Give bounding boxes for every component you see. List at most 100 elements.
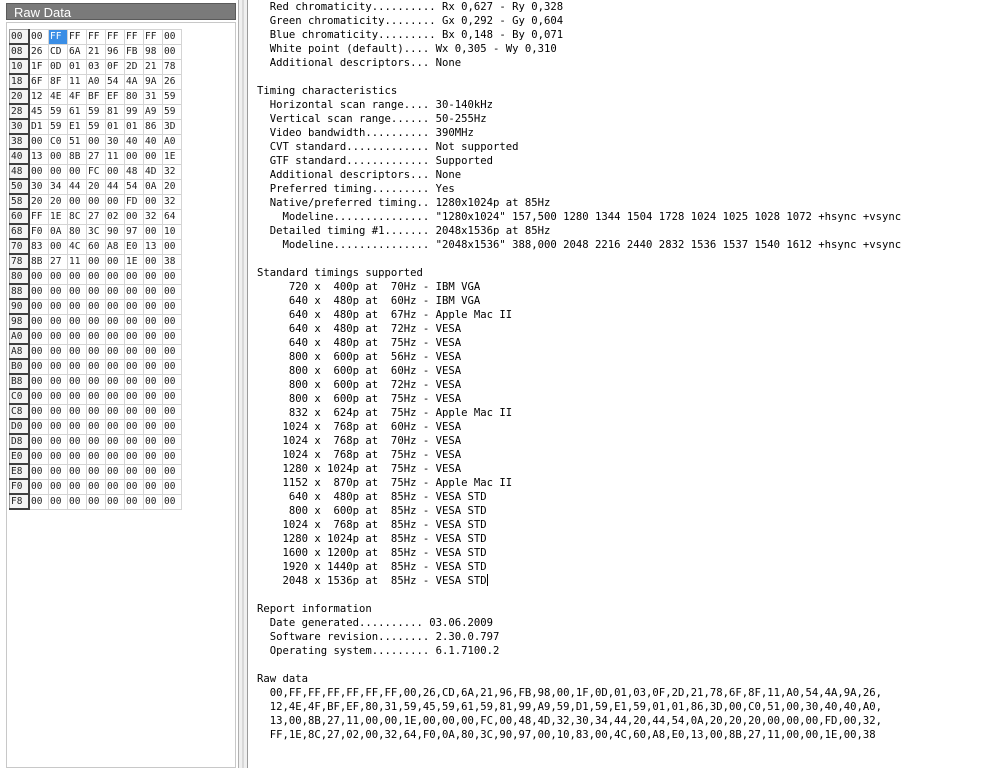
hex-byte-cell[interactable]: 00 [105, 493, 125, 510]
hex-byte-cell[interactable]: 2D [124, 58, 144, 75]
hex-byte-cell[interactable]: 00 [162, 343, 182, 360]
hex-byte-cell[interactable]: 00 [86, 313, 106, 330]
hex-byte-cell[interactable]: 0D [48, 58, 68, 75]
hex-byte-cell[interactable]: 00 [48, 448, 68, 465]
hex-byte-cell[interactable]: 00 [162, 238, 182, 255]
hex-byte-cell[interactable]: FF [105, 29, 125, 45]
hex-byte-cell[interactable]: 00 [67, 283, 87, 300]
hex-byte-cell[interactable]: 81 [105, 103, 125, 120]
hex-byte-cell[interactable]: 00 [67, 373, 87, 390]
hex-byte-cell[interactable]: 00 [28, 343, 49, 360]
hex-byte-cell[interactable]: 00 [28, 403, 49, 420]
hex-byte-cell[interactable]: 3C [86, 223, 106, 240]
hex-byte-cell[interactable]: 00 [67, 403, 87, 420]
hex-byte-cell[interactable]: 1E [124, 253, 144, 270]
hex-byte-cell[interactable]: 00 [86, 358, 106, 375]
hex-byte-cell[interactable]: 00 [143, 223, 163, 240]
hex-byte-cell[interactable]: FF [28, 208, 49, 225]
hex-byte-cell[interactable]: 00 [48, 418, 68, 435]
hex-byte-cell[interactable]: 00 [28, 433, 49, 450]
hex-byte-cell[interactable]: 00 [162, 313, 182, 330]
hex-byte-cell[interactable]: 48 [124, 163, 144, 180]
hex-byte-cell[interactable]: 00 [86, 418, 106, 435]
hex-byte-cell[interactable]: 00 [48, 433, 68, 450]
hex-byte-cell[interactable]: 00 [28, 283, 49, 300]
hex-byte-cell[interactable]: 00 [162, 298, 182, 315]
hex-byte-cell[interactable]: 97 [124, 223, 144, 240]
hex-byte-cell[interactable]: 00 [162, 43, 182, 60]
hex-byte-cell[interactable]: 00 [143, 148, 163, 165]
hex-byte-cell[interactable]: 59 [48, 118, 68, 135]
hex-byte-cell[interactable]: 00 [143, 403, 163, 420]
hex-byte-cell[interactable]: 0A [143, 178, 163, 195]
hex-byte-cell[interactable]: 00 [143, 493, 163, 510]
hex-byte-cell[interactable]: 59 [162, 88, 182, 105]
hex-byte-cell[interactable]: 27 [86, 208, 106, 225]
hex-byte-cell[interactable]: 00 [67, 268, 87, 285]
hex-byte-cell[interactable]: 00 [86, 433, 106, 450]
hex-byte-cell[interactable]: 00 [105, 283, 125, 300]
hex-byte-cell[interactable]: 00 [162, 478, 182, 495]
hex-grid-area[interactable]: 00 00 FF FF FF FF FF FF 00 08 26 CD 6A 21 96 FB 98 00 10 1F… [6, 22, 236, 768]
hex-byte-cell[interactable]: 21 [143, 58, 163, 75]
hex-byte-cell[interactable]: 00 [143, 283, 163, 300]
hex-byte-cell[interactable]: 00 [48, 343, 68, 360]
hex-byte-cell[interactable]: 00 [105, 403, 125, 420]
hex-byte-cell[interactable]: 00 [124, 433, 144, 450]
hex-byte-cell[interactable]: 3D [162, 118, 182, 135]
hex-byte-cell[interactable]: A9 [143, 103, 163, 120]
hex-byte-cell[interactable]: 44 [67, 178, 87, 195]
hex-byte-cell[interactable]: 00 [105, 478, 125, 495]
hex-byte-cell[interactable]: FF [67, 29, 87, 45]
hex-byte-cell[interactable]: 00 [86, 343, 106, 360]
splitter-handle[interactable] [238, 0, 248, 768]
hex-byte-cell[interactable]: 00 [124, 358, 144, 375]
hex-byte-cell[interactable]: 00 [86, 403, 106, 420]
hex-byte-cell[interactable]: 4D [143, 163, 163, 180]
hex-byte-cell[interactable]: 00 [86, 133, 106, 150]
hex-byte-cell[interactable]: 32 [162, 163, 182, 180]
hex-byte-cell[interactable]: 00 [86, 373, 106, 390]
hex-byte-cell[interactable]: FB [124, 43, 144, 60]
hex-byte-cell[interactable]: 00 [124, 448, 144, 465]
hex-byte-cell[interactable]: 00 [28, 448, 49, 465]
hex-byte-cell[interactable]: 80 [67, 223, 87, 240]
hex-byte-cell[interactable]: 00 [105, 193, 125, 210]
hex-byte-cell[interactable]: 00 [143, 358, 163, 375]
hex-byte-cell[interactable]: 00 [162, 403, 182, 420]
hex-byte-cell[interactable]: 96 [105, 43, 125, 60]
hex-byte-cell[interactable]: 00 [124, 403, 144, 420]
hex-byte-cell[interactable]: 00 [143, 193, 163, 210]
hex-byte-cell[interactable]: 6F [28, 73, 49, 90]
hex-byte-cell[interactable]: 00 [28, 373, 49, 390]
hex-byte-cell[interactable]: 00 [67, 463, 87, 480]
hex-byte-cell[interactable]: FF [143, 29, 163, 45]
hex-byte-cell[interactable]: 00 [67, 358, 87, 375]
hex-byte-cell[interactable]: 00 [143, 343, 163, 360]
hex-byte-cell[interactable]: 00 [48, 148, 68, 165]
hex-byte-cell[interactable]: 03 [86, 58, 106, 75]
hex-byte-cell[interactable]: 00 [162, 29, 182, 45]
hex-byte-cell[interactable]: 51 [67, 133, 87, 150]
hex-byte-cell[interactable]: 98 [143, 43, 163, 60]
hex-byte-cell[interactable]: 00 [86, 478, 106, 495]
hex-byte-cell[interactable]: 00 [86, 388, 106, 405]
hex-byte-cell[interactable]: 0A [48, 223, 68, 240]
splitter-grip[interactable] [242, 0, 244, 768]
hex-byte-cell[interactable]: 00 [105, 418, 125, 435]
hex-byte-cell[interactable]: 83 [28, 238, 49, 255]
hex-byte-cell[interactable]: 78 [162, 58, 182, 75]
hex-byte-cell[interactable]: 00 [67, 418, 87, 435]
hex-byte-cell[interactable]: 4C [67, 238, 87, 255]
hex-byte-cell[interactable]: 00 [105, 163, 125, 180]
hex-byte-cell[interactable]: 00 [143, 463, 163, 480]
hex-byte-cell[interactable]: 00 [124, 328, 144, 345]
hex-byte-cell[interactable]: 00 [28, 463, 49, 480]
hex-byte-cell[interactable]: 26 [28, 43, 49, 60]
hex-byte-cell[interactable]: 45 [28, 103, 49, 120]
hex-byte-cell[interactable]: 54 [124, 178, 144, 195]
hex-byte-cell[interactable]: 11 [67, 253, 87, 270]
hex-byte-cell[interactable]: 00 [67, 433, 87, 450]
hex-byte-cell[interactable]: 00 [124, 298, 144, 315]
hex-byte-cell[interactable]: 00 [143, 328, 163, 345]
